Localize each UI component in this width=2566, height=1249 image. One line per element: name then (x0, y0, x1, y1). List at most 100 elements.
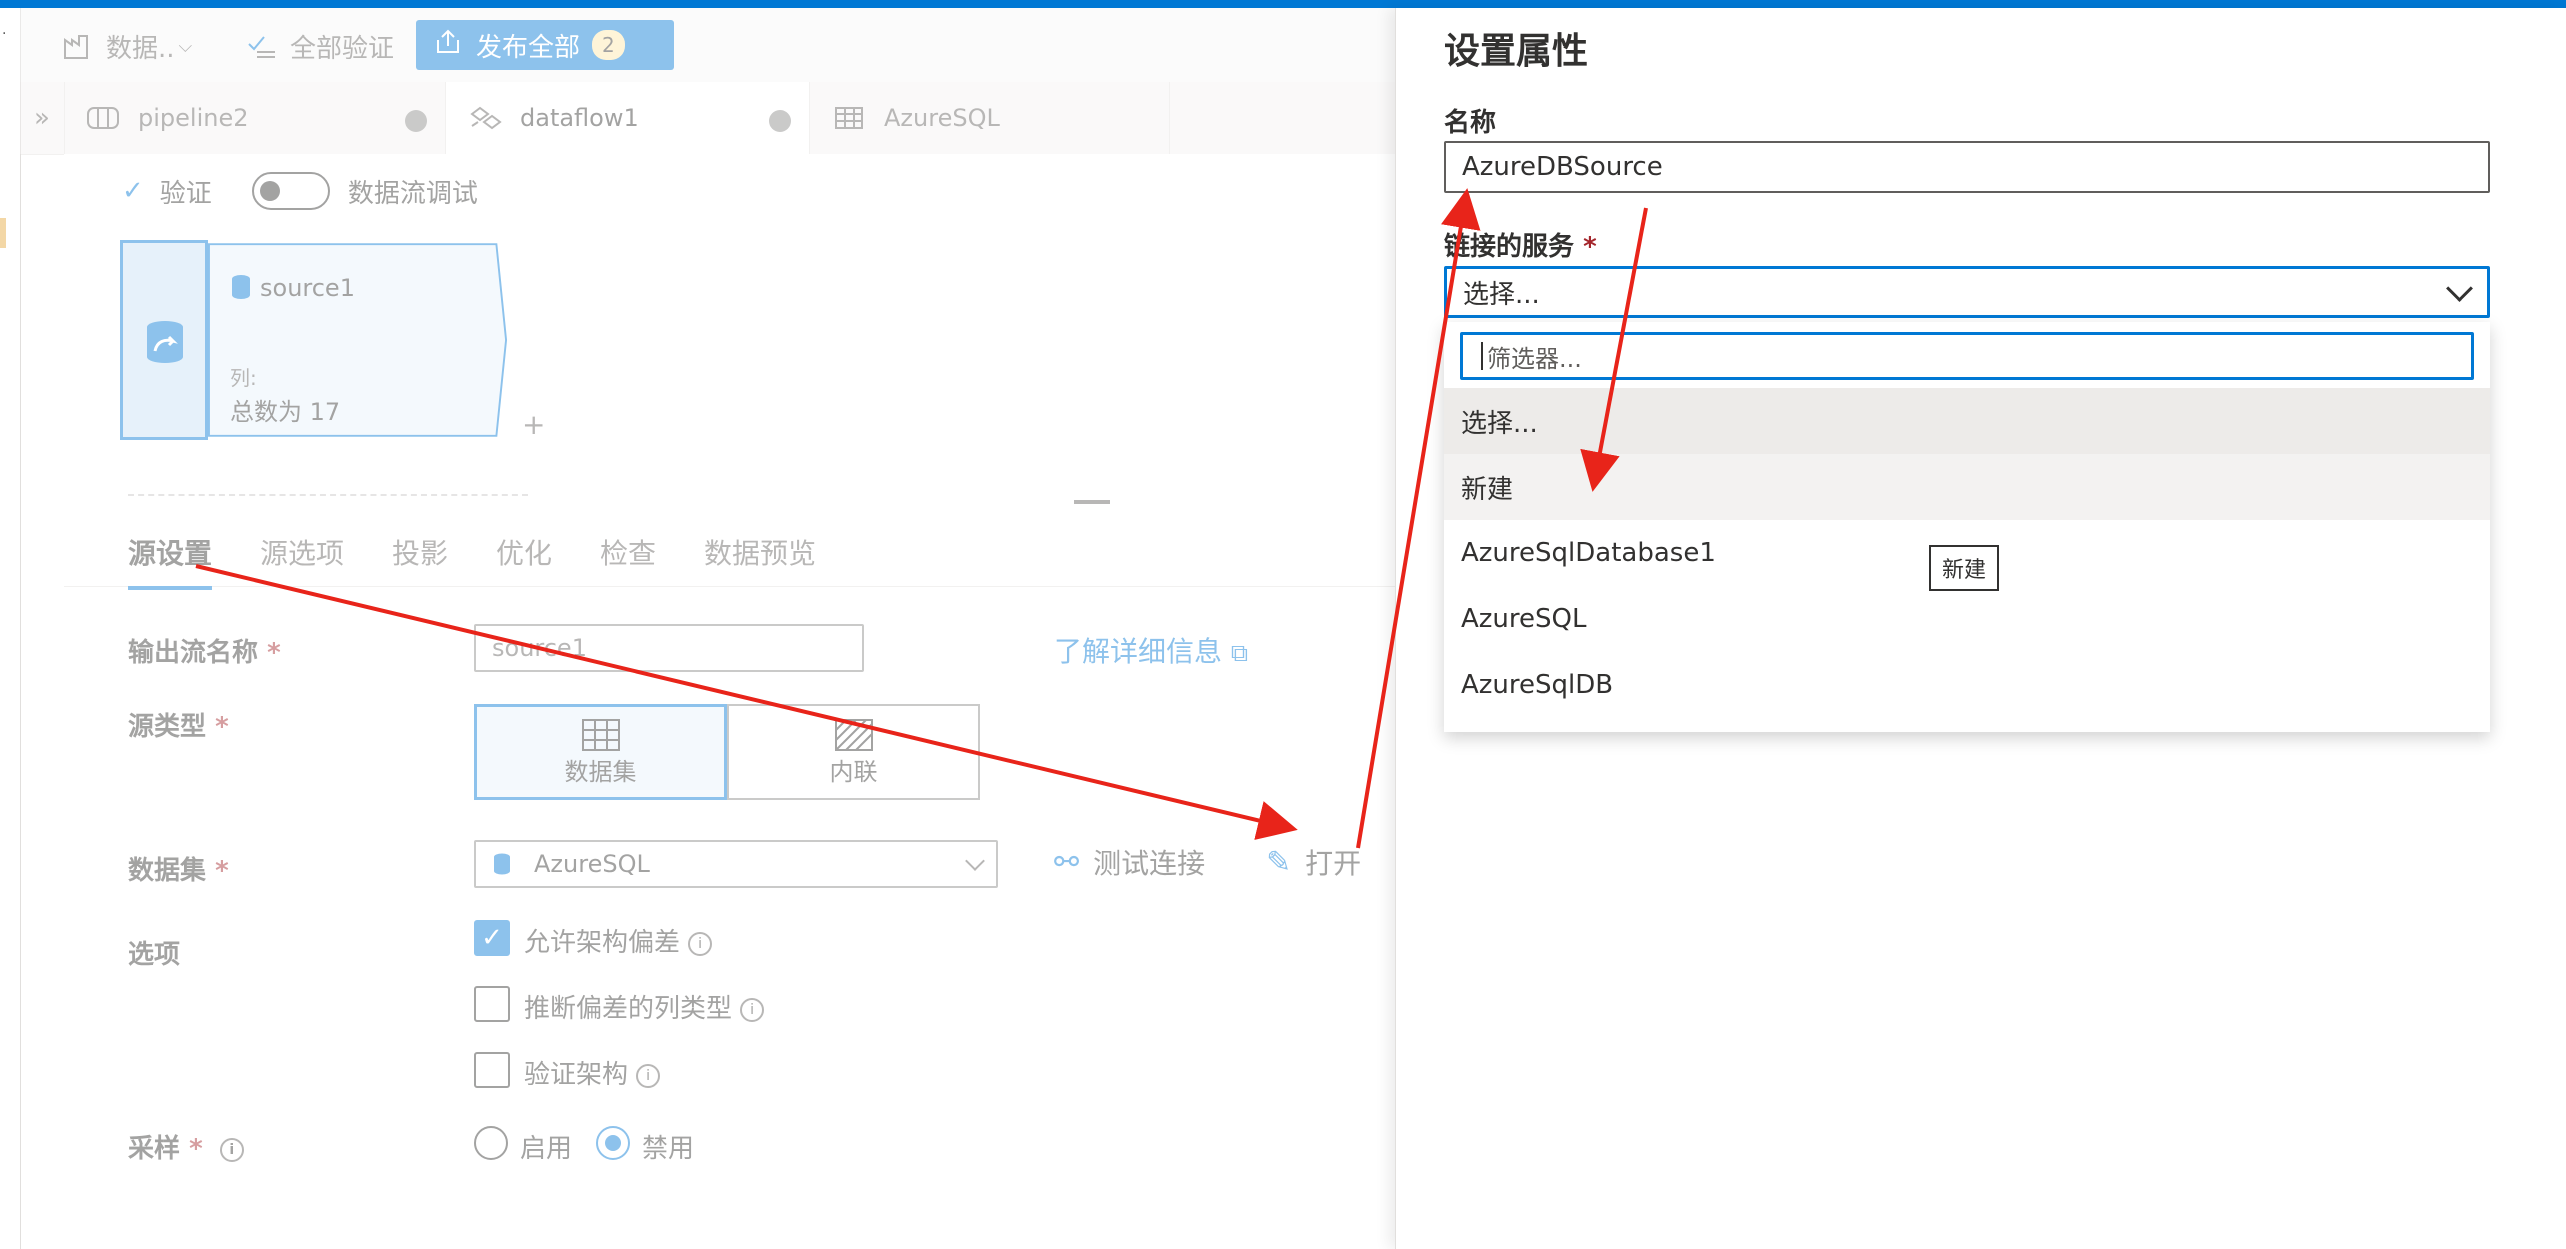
tab-optimize[interactable]: 优化 (496, 532, 552, 572)
source-icon (147, 321, 183, 363)
factory-icon (62, 30, 94, 62)
source-type-inline-label: 内联 (829, 757, 878, 786)
publish-all-label: 发布全部 (476, 32, 581, 63)
tab-data-preview[interactable]: 数据预览 (704, 532, 816, 572)
dataflow-canvas[interactable]: source1 列: 总数为 17 + (64, 228, 1395, 504)
tab-source-options[interactable]: 源选项 (260, 532, 344, 572)
allow-schema-drift-label: 允许架构偏差 i (524, 922, 713, 959)
unsaved-dot-icon (769, 110, 791, 132)
validate-schema-label: 验证架构 i (524, 1054, 661, 1091)
option-select[interactable]: 选择... (1444, 388, 2490, 454)
checkmark-icon: ✓ (122, 176, 144, 206)
resize-grip[interactable] (1074, 500, 1110, 504)
validate-all-button[interactable]: 全部验证 (246, 24, 394, 68)
top-accent-bar (0, 0, 2566, 8)
linked-service-dropdown: 筛选器... 选择... 新建 AzureSqlDatabase1 AzureS… (1444, 322, 2490, 732)
allow-schema-drift-checkbox[interactable]: ✓ (474, 920, 510, 956)
option-label: 选择... (1461, 408, 1538, 439)
tab-label: AzureSQL (884, 104, 1000, 132)
publish-count-badge: 2 (592, 30, 625, 60)
source-node[interactable]: source1 列: 总数为 17 + (120, 240, 545, 441)
tab-projection[interactable]: 投影 (392, 532, 448, 572)
test-connection-button[interactable]: ⚯ 测试连接 (1054, 842, 1205, 882)
open-button[interactable]: ✎ 打开 (1266, 842, 1361, 882)
option-label: AzureSqlDB (1461, 670, 1614, 700)
text-caret (1481, 342, 1483, 370)
source-type-dataset[interactable]: 数据集 (474, 704, 727, 800)
info-icon: i (688, 931, 713, 956)
document-tabs: » pipeline2 dataflow1 AzureSQL (20, 82, 1395, 155)
rail-highlight (0, 218, 6, 248)
filter-placeholder: 筛选器... (1487, 344, 1582, 373)
validate-button[interactable]: ✓ 验证 (122, 173, 212, 210)
dataset-value: AzureSQL (534, 850, 650, 878)
option-azuresqldb[interactable]: AzureSqlDB (1444, 652, 2490, 718)
info-icon: i (636, 1063, 661, 1088)
tab-pipeline2[interactable]: pipeline2 (64, 82, 446, 154)
sql-db-icon (232, 275, 250, 299)
tab-inspect[interactable]: 检查 (600, 532, 656, 572)
rail-dot-icon: · (2, 26, 7, 42)
tab-source-settings[interactable]: 源设置 (128, 532, 213, 590)
tab-label: dataflow1 (520, 104, 639, 132)
sampling-enable-radio[interactable] (474, 1126, 508, 1160)
debug-toggle[interactable] (251, 172, 330, 210)
add-transform-icon[interactable]: + (522, 408, 545, 441)
source-settings-form: 输出流名称 * source1 了解详细信息 ⧉ 源类型 * 数据集 内联 数据… (64, 586, 1467, 1249)
source-type-dataset-label: 数据集 (564, 757, 637, 786)
option-label: 新建 (1461, 474, 1514, 505)
inline-icon (834, 718, 873, 751)
source-type-inline[interactable]: 内联 (727, 704, 980, 800)
sampling-disable-radio[interactable] (596, 1126, 630, 1160)
expand-icon[interactable]: » (20, 82, 65, 154)
toolbar: 数据.. ⌵ 全部验证 发布全部 2 (20, 8, 1395, 82)
upload-icon (434, 28, 462, 63)
linked-service-value: 选择... (1463, 279, 1540, 310)
info-icon: i (740, 997, 765, 1022)
validate-label: 验证 (159, 178, 212, 209)
option-new[interactable]: 新建 (1444, 454, 2490, 520)
output-name-value: source1 (492, 634, 587, 662)
option-label: AzureSQL (1461, 604, 1587, 634)
learn-more-link[interactable]: 了解详细信息 ⧉ (1054, 630, 1248, 670)
chevron-down-icon (2446, 275, 2473, 302)
option-label: AzureSqlDatabase1 (1461, 538, 1716, 568)
set-properties-panel: 设置属性 名称 AzureDBSource 链接的服务 * 选择... 筛选器.… (1395, 8, 2566, 1249)
source-node-rail (120, 240, 208, 440)
publish-all-button[interactable]: 发布全部 2 (416, 20, 674, 70)
editor-area: 数据.. ⌵ 全部验证 发布全部 2 » pipeline2 dataflow1… (20, 8, 1467, 1249)
linked-service-select[interactable]: 选择... (1444, 266, 2490, 318)
info-icon: i (219, 1137, 244, 1162)
factory-label: 数据.. (106, 33, 175, 64)
source-node-title: source1 (260, 274, 355, 302)
validate-all-icon (246, 30, 278, 62)
validate-schema-checkbox[interactable] (474, 1052, 510, 1088)
name-value: AzureDBSource (1462, 152, 1663, 182)
new-tooltip: 新建 (1929, 545, 1999, 591)
pipeline-icon (87, 107, 119, 129)
columns-count: 总数为 17 (230, 398, 341, 426)
chevron-down-icon: ⌵ (178, 35, 193, 57)
sampling-disable-label: 禁用 (642, 1134, 695, 1164)
chevron-down-icon (965, 851, 985, 871)
infer-drift-types-checkbox[interactable] (474, 986, 510, 1022)
tab-dataflow1[interactable]: dataflow1 (446, 82, 810, 154)
source-type-label: 源类型 * (128, 712, 229, 742)
test-connection-label: 测试连接 (1093, 847, 1206, 880)
output-name-label: 输出流名称 * (128, 638, 281, 668)
linked-service-label: 链接的服务 * (1444, 232, 1597, 262)
option-azuresql[interactable]: AzureSQL (1444, 586, 2490, 652)
canvas-divider (128, 494, 528, 496)
sampling-enable-label: 启用 (520, 1134, 573, 1164)
dataset-select[interactable]: AzureSQL (474, 840, 998, 888)
tab-label: pipeline2 (138, 104, 249, 132)
dataset-table-icon (581, 718, 620, 751)
filter-input[interactable]: 筛选器... (1460, 332, 2474, 380)
name-input[interactable]: AzureDBSource (1444, 141, 2490, 193)
output-name-input[interactable]: source1 (474, 624, 864, 672)
tab-azuresql[interactable]: AzureSQL (810, 82, 1170, 154)
factory-menu[interactable]: 数据.. ⌵ (62, 24, 192, 68)
columns-label: 列: (230, 366, 257, 390)
unsaved-dot-icon (405, 110, 427, 132)
panel-title: 设置属性 (1444, 31, 1589, 72)
